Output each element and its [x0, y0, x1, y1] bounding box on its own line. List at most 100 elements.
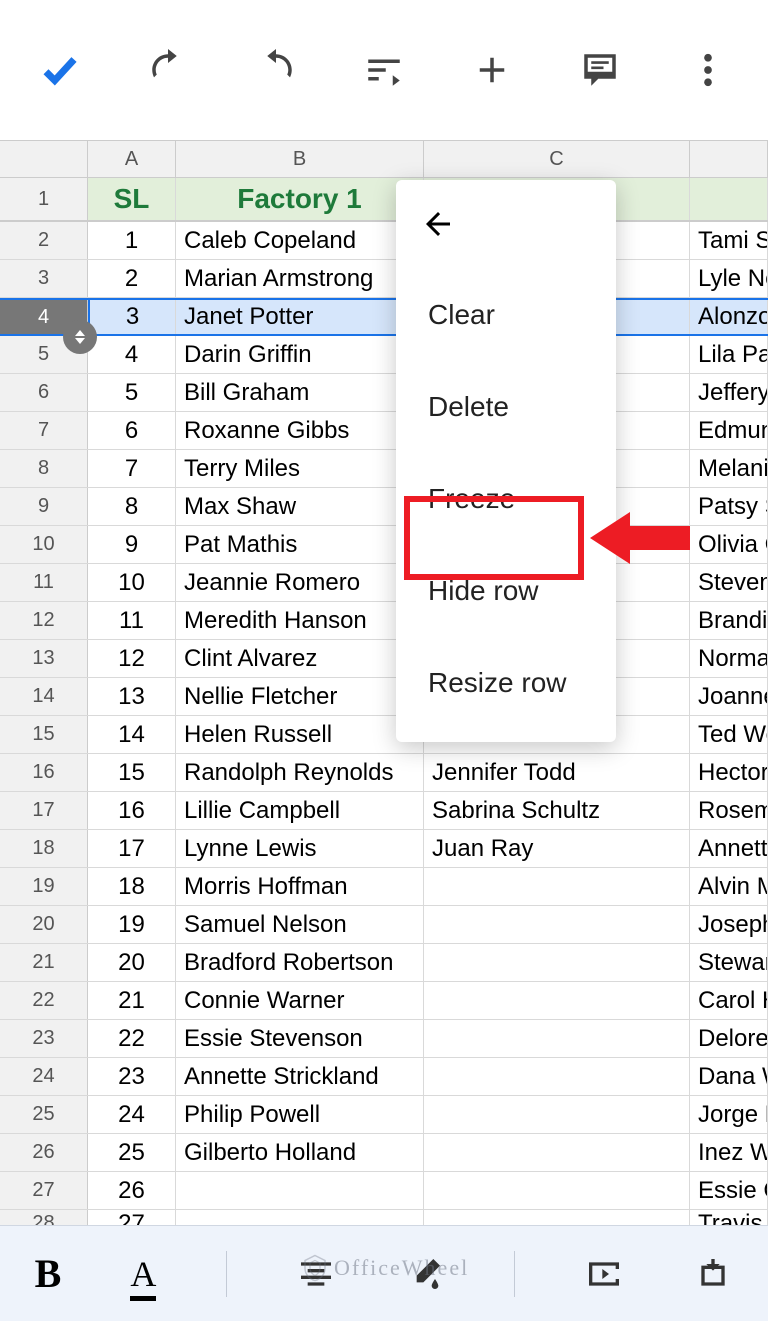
menu-item-delete[interactable]: Delete — [396, 361, 616, 453]
cell[interactable]: Jennifer Todd — [424, 754, 690, 791]
cell[interactable]: Melanie — [690, 450, 768, 487]
cell[interactable]: Inez W — [690, 1134, 768, 1171]
cell[interactable]: Essie C — [690, 1172, 768, 1209]
cell[interactable]: 10 — [88, 564, 176, 601]
redo-button[interactable] — [246, 49, 306, 91]
confirm-button[interactable] — [30, 49, 90, 91]
cell[interactable]: 26 — [88, 1172, 176, 1209]
undo-button[interactable] — [138, 49, 198, 91]
cell[interactable]: Rosem — [690, 792, 768, 829]
row-header[interactable]: 11 — [0, 564, 88, 601]
menu-item-freeze[interactable]: Freeze — [396, 453, 616, 545]
cell[interactable]: Dana W — [690, 1058, 768, 1095]
row-header[interactable]: 12 — [0, 602, 88, 639]
cell[interactable] — [424, 1020, 690, 1057]
cell[interactable]: 1 — [88, 222, 176, 259]
cell[interactable]: 24 — [88, 1096, 176, 1133]
cell[interactable]: 20 — [88, 944, 176, 981]
col-header-c[interactable]: C — [424, 141, 690, 177]
cell[interactable]: 4 — [88, 336, 176, 373]
merge-cells-button[interactable] — [584, 1254, 624, 1294]
cell[interactable]: Pat Mathis — [176, 526, 424, 563]
cell[interactable]: Annette Strickland — [176, 1058, 424, 1095]
cell[interactable]: Bradford Robertson — [176, 944, 424, 981]
cell[interactable]: Samuel Nelson — [176, 906, 424, 943]
row-header[interactable]: 8 — [0, 450, 88, 487]
cell[interactable]: Meredith Hanson — [176, 602, 424, 639]
cell[interactable]: Joseph — [690, 906, 768, 943]
cell[interactable]: 25 — [88, 1134, 176, 1171]
cell[interactable]: Delores — [690, 1020, 768, 1057]
row-header[interactable]: 20 — [0, 906, 88, 943]
cell[interactable]: Factory 1 — [176, 178, 424, 220]
cell[interactable] — [690, 178, 768, 220]
cell[interactable]: 18 — [88, 868, 176, 905]
cell[interactable]: Alonzo — [690, 300, 768, 334]
row-header[interactable]: 27 — [0, 1172, 88, 1209]
row-header[interactable]: 24 — [0, 1058, 88, 1095]
cell[interactable]: Stewart — [690, 944, 768, 981]
col-header-next[interactable] — [690, 141, 768, 177]
cell[interactable]: Lynne Lewis — [176, 830, 424, 867]
cell[interactable] — [424, 1134, 690, 1171]
comment-button[interactable] — [570, 49, 630, 91]
row-header[interactable]: 7 — [0, 412, 88, 449]
cell[interactable] — [424, 944, 690, 981]
cell[interactable]: Hector — [690, 754, 768, 791]
cell[interactable]: Janet Potter — [176, 300, 424, 334]
select-all-corner[interactable] — [0, 141, 88, 177]
cell[interactable] — [424, 1172, 690, 1209]
text-color-button[interactable]: A — [130, 1253, 156, 1295]
add-button[interactable] — [462, 49, 522, 91]
cell[interactable]: 16 — [88, 792, 176, 829]
menu-back-button[interactable] — [396, 192, 616, 269]
cell[interactable]: 2 — [88, 260, 176, 297]
cell[interactable]: Clint Alvarez — [176, 640, 424, 677]
cell[interactable]: Carol H — [690, 982, 768, 1019]
row-header[interactable]: 14 — [0, 678, 88, 715]
cell[interactable]: 23 — [88, 1058, 176, 1095]
cell[interactable]: Randolph Reynolds — [176, 754, 424, 791]
cell[interactable]: Patsy S — [690, 488, 768, 525]
row-header[interactable]: 2 — [0, 222, 88, 259]
cell[interactable]: Alvin M — [690, 868, 768, 905]
cell[interactable]: Max Shaw — [176, 488, 424, 525]
text-format-button[interactable] — [354, 49, 414, 91]
col-header-b[interactable]: B — [176, 141, 424, 177]
cell[interactable]: 3 — [88, 300, 176, 334]
cell[interactable]: Bill Graham — [176, 374, 424, 411]
cell[interactable]: 9 — [88, 526, 176, 563]
row-header[interactable]: 18 — [0, 830, 88, 867]
cell[interactable]: 21 — [88, 982, 176, 1019]
cell[interactable]: Jorge N — [690, 1096, 768, 1133]
cell[interactable]: Lila Pa — [690, 336, 768, 373]
cell[interactable]: Lillie Campbell — [176, 792, 424, 829]
cell[interactable]: Morris Hoffman — [176, 868, 424, 905]
cell[interactable]: Marian Armstrong — [176, 260, 424, 297]
cell[interactable]: 8 — [88, 488, 176, 525]
row-drag-handle-icon[interactable] — [63, 320, 97, 354]
row-header[interactable]: 16 — [0, 754, 88, 791]
cell[interactable] — [424, 1058, 690, 1095]
cell[interactable]: Caleb Copeland — [176, 222, 424, 259]
row-header[interactable]: 23 — [0, 1020, 88, 1057]
cell[interactable]: Edmun — [690, 412, 768, 449]
insert-cells-button[interactable] — [693, 1254, 733, 1294]
cell[interactable]: Roxanne Gibbs — [176, 412, 424, 449]
cell[interactable]: 7 — [88, 450, 176, 487]
cell[interactable]: Philip Powell — [176, 1096, 424, 1133]
cell[interactable]: Jeannie Romero — [176, 564, 424, 601]
cell[interactable]: Joanne — [690, 678, 768, 715]
cell[interactable]: 5 — [88, 374, 176, 411]
cell[interactable]: Ted Wo — [690, 716, 768, 753]
row-header[interactable]: 6 — [0, 374, 88, 411]
more-button[interactable] — [678, 49, 738, 91]
row-header[interactable]: 10 — [0, 526, 88, 563]
cell[interactable]: 22 — [88, 1020, 176, 1057]
cell[interactable]: Darin Griffin — [176, 336, 424, 373]
cell[interactable]: 15 — [88, 754, 176, 791]
menu-item-resize-row[interactable]: Resize row — [396, 637, 616, 707]
spreadsheet[interactable]: A B C 1 SL Factory 1 2 1 Caleb Copeland … — [0, 140, 768, 1238]
cell[interactable] — [176, 1172, 424, 1209]
menu-item-hide-row[interactable]: Hide row — [396, 545, 616, 637]
